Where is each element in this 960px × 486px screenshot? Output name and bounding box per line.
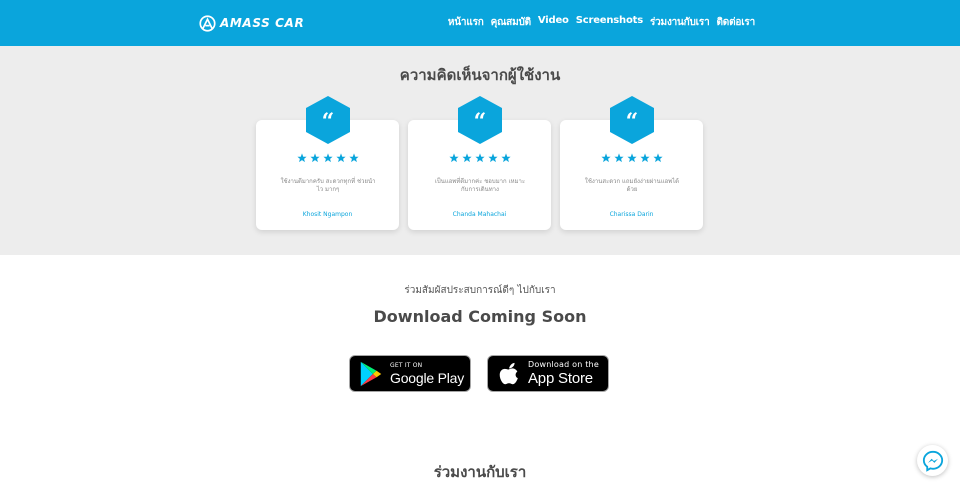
review-text: ใช้งานสะดวก แถมยังง่ายผ่านแอพได้ด้วย (584, 178, 680, 193)
quote-hexagon-icon: “ (306, 96, 350, 144)
reviewer-name: Khosit Ngampon (302, 211, 353, 218)
star-icon (309, 153, 320, 163)
google-play-small: GET IT ON (390, 361, 423, 369)
star-icon (626, 153, 637, 163)
google-play-big: Google Play (390, 369, 465, 386)
site-header: AMASS CAR หน้าแรก คุณสมบัติ Video Screen… (0, 0, 960, 46)
star-icon (335, 153, 346, 163)
main-nav: หน้าแรก คุณสมบัติ Video Screenshots ร่วม… (448, 15, 755, 30)
brand-name: AMASS CAR (220, 16, 305, 30)
nav-features[interactable]: คุณสมบัติ (491, 15, 532, 30)
google-play-button[interactable]: GET IT ON Google Play (349, 355, 471, 392)
star-icon (448, 153, 459, 163)
quote-mark: “ (626, 109, 639, 135)
apple-icon (499, 362, 518, 384)
star-icon (348, 153, 359, 163)
reviews-title: ความคิดเห็นจากผู้ใช้งาน (399, 66, 561, 84)
star-icon (461, 153, 472, 163)
messenger-chat-button[interactable] (917, 445, 948, 476)
star-icon (474, 153, 485, 163)
quote-hexagon-icon: “ (458, 96, 502, 144)
star-icon (487, 153, 498, 163)
logo-mark-icon (199, 14, 216, 32)
messenger-icon (922, 450, 943, 472)
rating-stars (560, 153, 703, 163)
brand-logo[interactable]: AMASS CAR (199, 13, 304, 33)
app-store-big: App Store (528, 370, 593, 387)
star-icon (639, 153, 650, 163)
star-icon (500, 153, 511, 163)
quote-mark: “ (474, 109, 487, 135)
google-play-icon (360, 361, 382, 386)
review-text: ใช้งานดีมากครับ สะดวกทุกที่ ช่วยนำไว มาก… (280, 178, 376, 193)
star-icon (322, 153, 333, 163)
star-icon (600, 153, 611, 163)
download-title: Download Coming Soon (373, 307, 587, 326)
nav-home[interactable]: หน้าแรก (448, 15, 484, 30)
quote-hexagon-icon: “ (610, 96, 654, 144)
review-text: เป็นแอพที่ดีมากค่ะ ชอบมาก เหมาะกับการเดิ… (434, 178, 526, 193)
nav-screenshots[interactable]: Screenshots (576, 15, 643, 30)
google-play-label: GET IT ON Google Play (390, 361, 465, 386)
nav-contact[interactable]: ติดต่อเรา (717, 15, 756, 30)
join-title: ร่วมงานกับเรา (433, 463, 527, 481)
quote-mark: “ (322, 109, 335, 135)
star-icon (613, 153, 624, 163)
app-store-small: Download on the (528, 360, 599, 369)
app-store-label: Download on the App Store (528, 360, 599, 387)
nav-careers[interactable]: ร่วมงานกับเรา (650, 15, 710, 30)
reviewer-name: Charissa Darin (609, 211, 654, 218)
rating-stars (408, 153, 551, 163)
star-icon (296, 153, 307, 163)
star-icon (652, 153, 663, 163)
download-subtitle: ร่วมสัมผัสประสบการณ์ดีๆ ไปกับเรา (404, 285, 556, 296)
reviewer-name: Chanda Mahachai (452, 211, 507, 218)
app-store-button[interactable]: Download on the App Store (487, 355, 609, 392)
nav-video[interactable]: Video (538, 15, 569, 30)
rating-stars (256, 153, 399, 163)
